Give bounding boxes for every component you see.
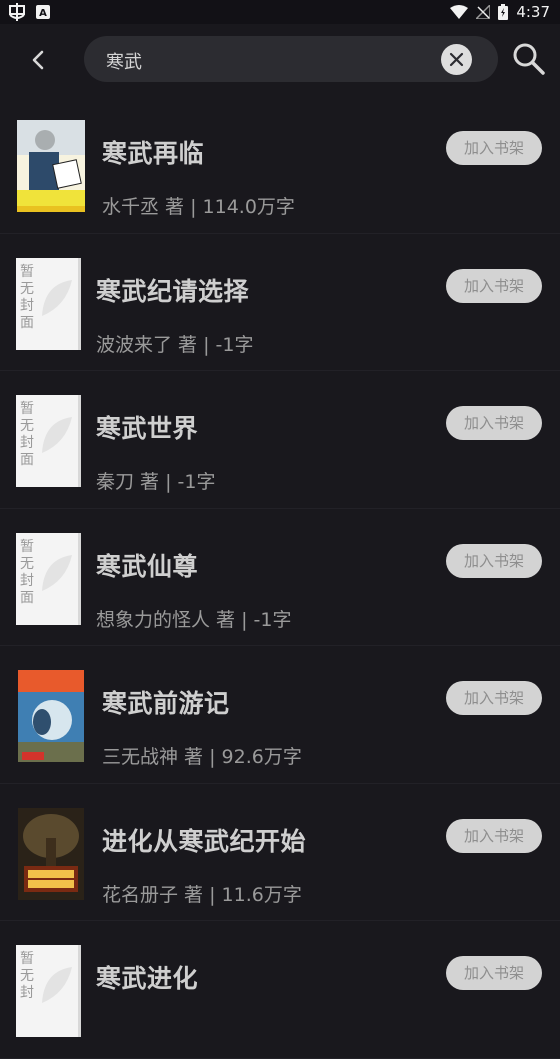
add-to-bookshelf-button[interactable]: 加入书架 [446, 681, 542, 715]
book-cover[interactable] [18, 807, 84, 900]
search-input[interactable]: 寒武 [84, 36, 498, 82]
book-meta: 想象力的怪人 著 | -1字 [96, 608, 292, 631]
list-item[interactable]: 暂无封 寒武进化 加入书架 [0, 921, 560, 1059]
svg-text:A: A [39, 8, 47, 19]
no-cover-text: 暂无封 [20, 951, 34, 1001]
list-item[interactable]: 寒武再临 水千丞 著 | 114.0万字 加入书架 [0, 96, 560, 234]
battery-charging-icon [498, 4, 509, 20]
status-time: 4:37 [516, 3, 550, 21]
search-icon [513, 43, 545, 75]
wifi-icon [450, 5, 469, 19]
book-cover[interactable] [18, 670, 84, 762]
no-signal-icon [476, 5, 491, 19]
book-cover-image [17, 120, 85, 212]
status-right: 4:37 [450, 3, 550, 21]
book-title[interactable]: 进化从寒武纪开始 [102, 822, 306, 858]
book-cover-image [18, 807, 84, 900]
search-query-text[interactable]: 寒武 [106, 48, 142, 74]
book-title[interactable]: 寒武再临 [102, 134, 204, 170]
book-title[interactable]: 寒武仙尊 [96, 547, 198, 583]
no-cover-text: 暂无封面 [20, 401, 34, 468]
list-item[interactable]: 暂无封面 寒武仙尊 想象力的怪人 著 | -1字 加入书架 [0, 509, 560, 646]
book-meta: 三无战神 著 | 92.6万字 [102, 746, 302, 768]
search-results-list: 寒武再临 水千丞 著 | 114.0万字 加入书架 暂无封面 寒武纪请选择 波波… [0, 96, 560, 1059]
book-title[interactable]: 寒武纪请选择 [96, 272, 249, 308]
list-item[interactable]: 进化从寒武纪开始 花名册子 著 | 11.6万字 加入书架 [0, 784, 560, 921]
book-cover-placeholder[interactable]: 暂无封面 [16, 395, 81, 487]
add-to-bookshelf-button[interactable]: 加入书架 [446, 131, 542, 165]
search-button[interactable] [510, 40, 546, 76]
leaf-icon [42, 554, 72, 591]
book-cover-image [18, 670, 84, 762]
book-meta: 花名册子 著 | 11.6万字 [102, 883, 302, 906]
book-cover[interactable] [17, 120, 85, 212]
list-item[interactable]: 暂无封面 寒武纪请选择 波波来了 著 | -1字 加入书架 [0, 234, 560, 371]
leaf-icon [42, 279, 72, 316]
leaf-icon [42, 417, 72, 453]
book-title[interactable]: 寒武进化 [96, 959, 198, 995]
add-to-bookshelf-button[interactable]: 加入书架 [446, 818, 542, 853]
no-cover-text: 暂无封面 [20, 263, 34, 331]
clear-search-button[interactable] [441, 44, 472, 75]
notification-a-icon: A [36, 5, 50, 19]
add-to-bookshelf-button[interactable]: 加入书架 [446, 543, 542, 578]
close-icon [449, 52, 464, 67]
book-title[interactable]: 寒武前游记 [102, 684, 230, 720]
add-to-bookshelf-button[interactable]: 加入书架 [446, 268, 542, 303]
book-meta: 波波来了 著 | -1字 [96, 333, 254, 356]
book-cover-placeholder[interactable]: 暂无封 [16, 945, 81, 1037]
book-meta: 秦刀 著 | -1字 [96, 471, 216, 493]
search-header: 寒武 [0, 24, 560, 96]
list-item[interactable]: 寒武前游记 三无战神 著 | 92.6万字 加入书架 [0, 646, 560, 784]
leaf-icon [42, 967, 72, 1003]
bug-icon [9, 3, 25, 21]
list-item[interactable]: 暂无封面 寒武世界 秦刀 著 | -1字 加入书架 [0, 371, 560, 509]
chevron-left-icon [32, 50, 44, 70]
status-bar: A 4:37 [0, 0, 560, 24]
book-cover-placeholder[interactable]: 暂无封面 [16, 532, 81, 625]
add-to-bookshelf-button[interactable]: 加入书架 [446, 406, 542, 440]
book-title[interactable]: 寒武世界 [96, 409, 198, 445]
add-to-bookshelf-button[interactable]: 加入书架 [446, 956, 542, 990]
book-meta: 水千丞 著 | 114.0万字 [102, 196, 295, 218]
back-button[interactable] [24, 44, 52, 76]
no-cover-text: 暂无封面 [20, 538, 34, 606]
status-left: A [8, 3, 50, 21]
book-cover-placeholder[interactable]: 暂无封面 [16, 257, 81, 350]
